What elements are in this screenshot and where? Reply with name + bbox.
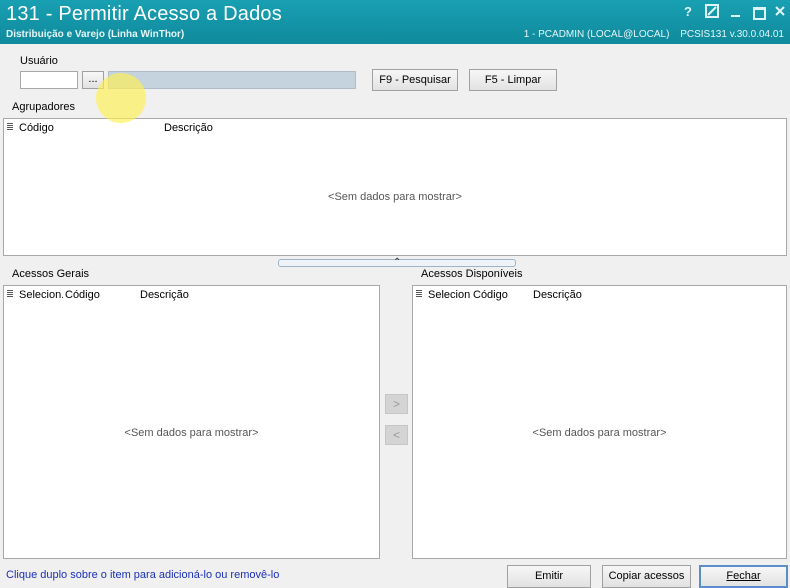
agrupadores-label: Agrupadores (12, 101, 75, 113)
clear-button[interactable]: F5 - Limpar (469, 69, 557, 91)
chevron-up-icon: ⌃ (393, 257, 402, 268)
empty-message: <Sem dados para mostrar> (532, 427, 667, 439)
emit-button[interactable]: Emitir (507, 565, 591, 588)
column-header-descricao[interactable]: Descrição (140, 289, 290, 301)
close-button[interactable]: Fechar (699, 565, 788, 588)
window-subtitle: Distribuição e Varejo (Linha WinThor) (6, 29, 185, 40)
acessos-gerais-label: Acessos Gerais (12, 268, 90, 280)
agrupadores-grid[interactable]: Código Descrição <Sem dados para mostrar… (3, 118, 787, 256)
column-header-descricao[interactable]: Descrição (533, 289, 683, 301)
acessos-gerais-grid[interactable]: Selecion. Código Descrição <Sem dados pa… (3, 285, 380, 559)
settings-glyph (705, 4, 719, 18)
session-info: 1 - PCADMIN (LOCAL@LOCAL) PCSIS131 v.30.… (516, 29, 784, 40)
footer-hint: Clique duplo sobre o item para adicioná-… (6, 569, 280, 581)
help-icon[interactable]: ? (680, 4, 696, 20)
version-info: PCSIS131 v.30.0.04.01 (680, 29, 784, 40)
column-header-selecionado[interactable]: Selecion (428, 289, 470, 301)
copy-access-button[interactable]: Copiar acessos (602, 565, 691, 588)
add-access-button[interactable]: > (385, 394, 408, 414)
usuario-label: Usuário (20, 55, 58, 67)
column-header-descricao[interactable]: Descrição (164, 122, 364, 134)
empty-message: <Sem dados para mostrar> (328, 191, 462, 203)
column-header-codigo[interactable]: Código (19, 122, 159, 134)
close-icon[interactable] (772, 4, 788, 20)
empty-message: <Sem dados para mostrar> (124, 427, 259, 439)
column-chooser-icon[interactable] (416, 290, 422, 299)
search-button[interactable]: F9 - Pesquisar (372, 69, 458, 91)
settings-icon[interactable] (704, 4, 720, 20)
acessos-disponiveis-grid-header: Selecion Código Descrição (413, 286, 786, 304)
cursor-highlight (96, 73, 146, 123)
column-chooser-icon[interactable] (7, 290, 13, 299)
acessos-disponiveis-grid[interactable]: Selecion Código Descrição <Sem dados par… (412, 285, 787, 559)
close-button-label: Fechar (726, 570, 761, 582)
usuario-name-field (108, 71, 356, 89)
title-bar: 131 - Permitir Acesso a Dados Distribuiç… (0, 0, 790, 44)
column-header-codigo[interactable]: Código (473, 289, 533, 301)
column-chooser-icon[interactable] (7, 123, 13, 132)
usuario-code-input[interactable] (20, 71, 78, 89)
window-title: 131 - Permitir Acesso a Dados (6, 3, 282, 25)
maximize-icon[interactable] (750, 4, 766, 20)
remove-access-button[interactable]: < (385, 425, 408, 445)
user-info: 1 - PCADMIN (LOCAL@LOCAL) (523, 29, 670, 40)
close-glyph (775, 6, 785, 16)
panel-splitter[interactable]: ⌃ (278, 257, 516, 268)
acessos-disponiveis-label: Acessos Disponíveis (421, 268, 523, 280)
minimize-icon[interactable] (728, 4, 744, 20)
column-header-codigo[interactable]: Código (65, 289, 135, 301)
acessos-gerais-grid-header: Selecion. Código Descrição (4, 286, 379, 304)
column-header-selecionado[interactable]: Selecion. (19, 289, 63, 301)
